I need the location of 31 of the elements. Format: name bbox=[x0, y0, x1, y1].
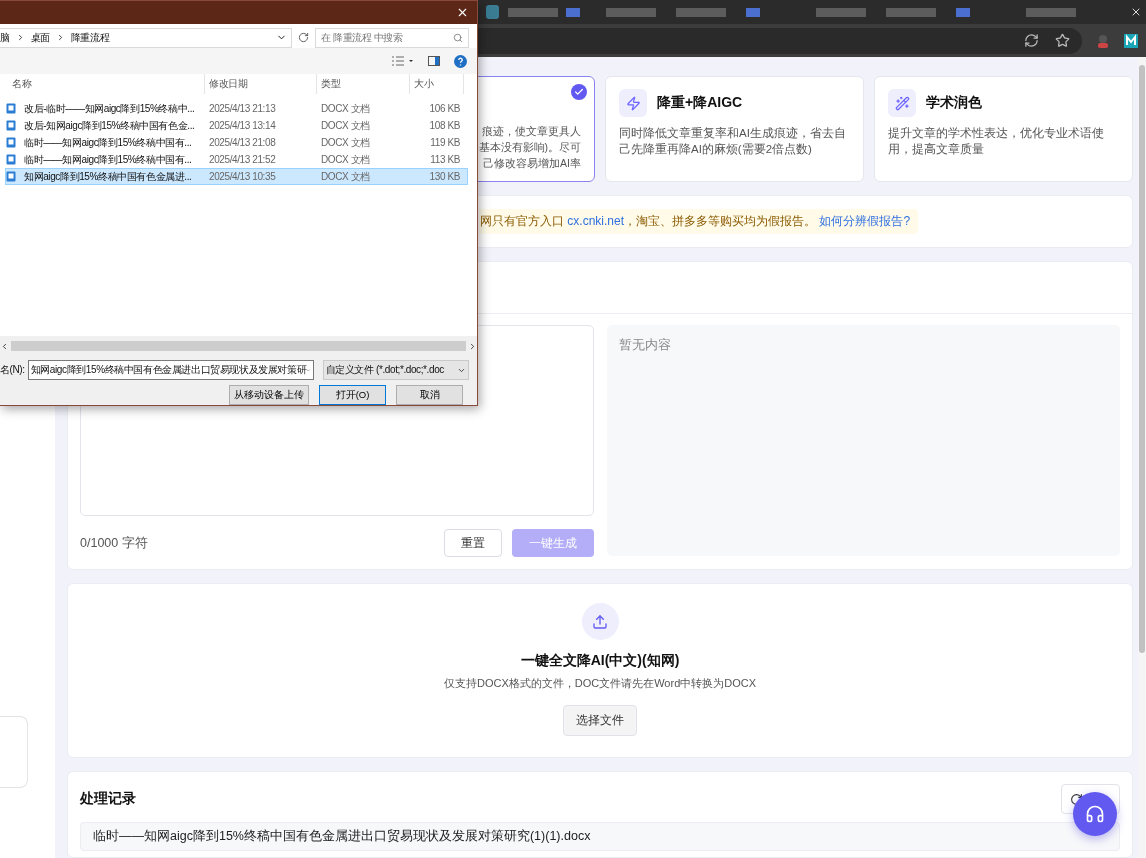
card-title: 降重+降AIGC bbox=[657, 94, 743, 112]
file-size: 119 KB bbox=[429, 137, 460, 148]
file-name: 知网aigc降到15%终稿中国有色金属进... bbox=[24, 169, 193, 184]
notice-text: 网只有官方入口 cx.cnki.net，淘宝、拼多多等购买均为假报告。 如何分辨假报告? bbox=[479, 209, 919, 234]
card-description: 提升文章的学术性表达，优化专业术语使用，提高文章质量 bbox=[888, 126, 1105, 157]
file-date: 2025/4/13 21:13 bbox=[208, 103, 277, 114]
file-size: 130 KB bbox=[428, 171, 460, 182]
file-type: DOCX 文档 bbox=[320, 169, 371, 184]
upload-hint: 仅支持DOCX格式的文件，DOC文件请先在Word中转换为DOCX bbox=[443, 676, 757, 691]
file-date: 2025/4/13 21:08 bbox=[208, 137, 277, 148]
file-size: 113 KB bbox=[429, 154, 460, 165]
file-type: DOCX 文档 bbox=[320, 135, 371, 150]
card-title: 学术润色 bbox=[926, 94, 982, 112]
file-name: 改后-临时——知网aigc降到15%终稿中... bbox=[24, 101, 196, 116]
file-type: DOCX 文档 bbox=[320, 152, 371, 167]
card-description: 痕迹，使文章更具人 基本没有影响)。尽可 己修改容易增加AI率 bbox=[478, 124, 581, 171]
file-size: 108 KB bbox=[428, 120, 460, 131]
file-date: 2025/4/13 13:14 bbox=[208, 120, 277, 131]
file-name: 临时——知网aigc降到15%终稿中国有... bbox=[24, 135, 193, 150]
file-size: 106 KB bbox=[428, 103, 460, 114]
records-title: 处理记录 bbox=[80, 790, 136, 808]
file-type: DOCX 文档 bbox=[320, 101, 371, 116]
filename-label: 名(N): bbox=[0, 363, 25, 377]
file-type: DOCX 文档 bbox=[320, 118, 371, 133]
card-description: 同时降低文章重复率和AI生成痕迹，省去自己先降重再降AI的麻烦(需要2倍点数) bbox=[619, 126, 847, 157]
upload-title: 一键全文降AI(中文)(知网) bbox=[520, 652, 680, 670]
file-date: 2025/4/13 21:52 bbox=[208, 154, 277, 165]
file-name: 改后-知网aigc降到15%终稿中国有色金... bbox=[24, 118, 196, 133]
file-date: 2025/4/13 10:35 bbox=[208, 171, 277, 182]
character-counter: 0/1000 字符 bbox=[80, 534, 149, 552]
file-name: 临时——知网aigc降到15%终稿中国有... bbox=[24, 152, 193, 167]
